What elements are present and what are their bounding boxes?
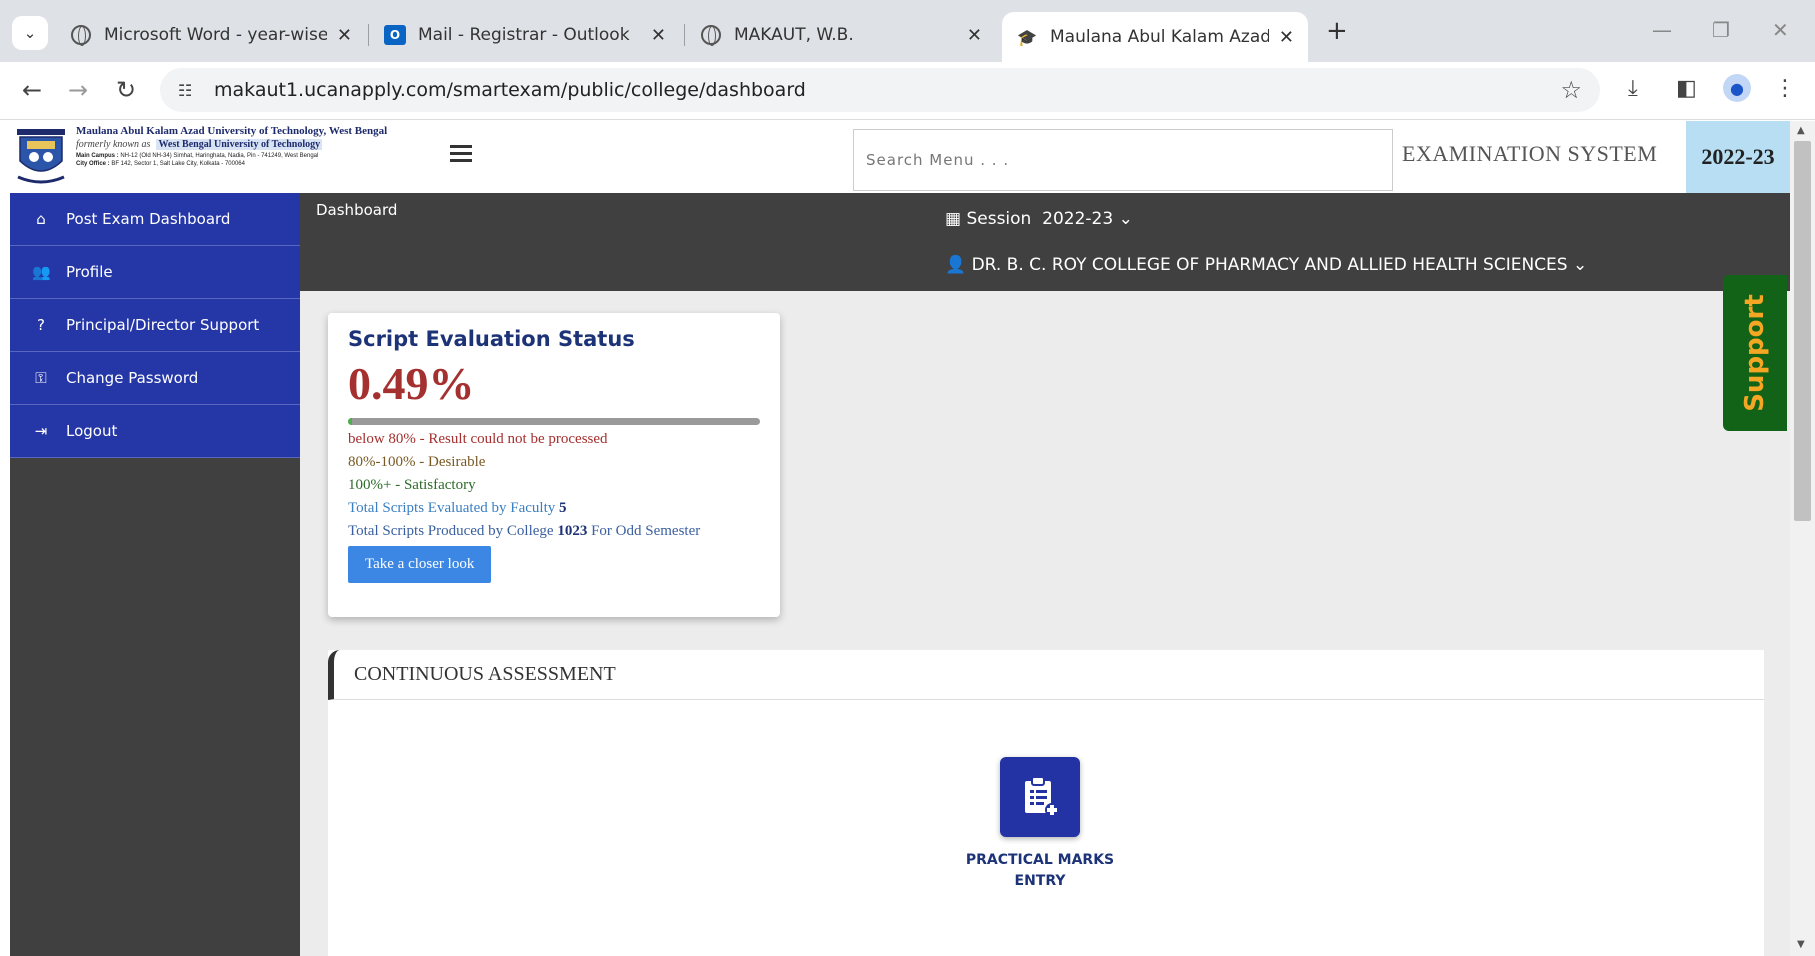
clipboard-icon [1025,776,1059,817]
continuous-assessment-panel: CONTINUOUS ASSESSMENT PRACTICAL MARKS EN… [328,650,1764,956]
close-tab-icon[interactable]: ✕ [337,25,352,46]
chevron-down-icon: ⌄ [23,24,37,42]
globe-icon [70,24,92,46]
outlook-icon: O [384,24,406,46]
site-header: Maulana Abul Kalam Azad University of Te… [10,121,1790,193]
sidebar-item-principal-support[interactable]: ? Principal/Director Support [10,299,300,352]
year-badge: 2022-23 [1686,121,1790,193]
side-panel-icon[interactable]: ◧ [1676,76,1697,101]
breadcrumb: Dashboard [316,201,398,219]
formerly-known-as: formerly known as West Bengal University … [76,139,323,150]
forward-icon[interactable]: → [68,76,88,104]
legend-desirable: 80%-100% - Desirable [348,454,486,470]
legend-satisfactory: 100%+ - Satisfactory [348,477,476,493]
search-menu-input[interactable] [853,129,1393,191]
scroll-down-icon[interactable]: ▼ [1797,939,1805,950]
browser-tab-bar: ⌄ Microsoft Word - year-wise imp ✕ O Mai… [0,0,1815,62]
page-scrollbar[interactable]: ▲ ▼ [1790,121,1815,956]
continuous-assessment-title: CONTINUOUS ASSESSMENT [328,650,1764,700]
close-tab-icon[interactable]: ✕ [651,25,666,46]
close-tab-icon[interactable]: ✕ [1279,27,1294,48]
university-logo [17,129,65,184]
scripts-produced: Total Scripts Produced by College 1023 F… [348,523,701,539]
top-info-strip: Dashboard ▦ Session 2022-23 ⌄ 👤 DR. B. C… [300,193,1790,291]
sidebar-item-change-password[interactable]: ⚿ Change Password [10,352,300,405]
calendar-icon: ▦ [945,209,962,229]
sidebar-item-post-exam-dashboard[interactable]: ⌂ Post Exam Dashboard [10,193,300,246]
practical-marks-entry-tile[interactable] [1000,757,1080,837]
profile-avatar[interactable]: ● [1723,74,1751,102]
graduation-cap-icon: 🎓 [1017,27,1037,47]
legend-below: below 80% - Result could not be processe… [348,431,608,447]
close-tab-icon[interactable]: ✕ [967,25,982,46]
take-closer-look-button[interactable]: Take a closer look [348,546,492,583]
scroll-up-icon[interactable]: ▲ [1797,125,1805,136]
sidebar-item-logout[interactable]: ⇥ Logout [10,405,300,458]
reload-icon[interactable]: ↻ [116,76,136,104]
browser-toolbar: ← → ↻ ☷ makaut1.ucanapply.com/smartexam/… [0,62,1815,120]
main-campus-address: Main Campus : NH-12 (Old NH-34) Simhat, … [76,153,319,159]
back-icon[interactable]: ← [22,76,42,104]
browser-tab-word[interactable]: Microsoft Word - year-wise imp ✕ [56,12,366,58]
session-selector[interactable]: ▦ Session 2022-23 ⌄ [945,209,1133,229]
evaluation-percent: 0.49% [348,358,475,409]
scripts-evaluated: Total Scripts Evaluated by Faculty 5 [348,500,567,516]
tab-search-button[interactable]: ⌄ [12,16,48,50]
key-icon: ⚿ [35,369,47,387]
more-menu-icon[interactable]: ⋮ [1774,76,1796,101]
script-evaluation-card: Script Evaluation Status 0.49% below 80%… [328,313,780,617]
browser-tab-makaut[interactable]: MAKAUT, W.B. ✕ [686,12,996,58]
globe-icon [700,24,722,46]
university-info: Maulana Abul Kalam Azad University of Te… [76,125,446,167]
address-bar[interactable]: ☷ makaut1.ucanapply.com/smartexam/public… [160,68,1600,112]
evaluation-progress-bar [348,418,760,425]
bookmark-star-icon[interactable]: ☆ [1560,76,1582,104]
practical-marks-entry-label[interactable]: PRACTICAL MARKS ENTRY [960,850,1120,892]
user-icon: 👤 [945,255,967,275]
sign-out-icon: ⇥ [34,422,48,440]
scroll-thumb[interactable] [1794,141,1811,521]
system-title: EXAMINATION SYSTEM [1402,141,1658,166]
chevron-down-icon: ⌄ [1118,209,1133,229]
sidebar-item-profile[interactable]: 👥 Profile [10,246,300,299]
sidebar: ⌂ Post Exam Dashboard 👥 Profile ? Princi… [10,193,300,956]
users-icon: 👥 [32,263,51,281]
new-tab-button[interactable]: + [1326,16,1348,46]
card-title: Script Evaluation Status [348,327,635,351]
close-window-icon[interactable]: ✕ [1772,18,1789,42]
progress-fill [348,418,353,425]
minimize-icon[interactable]: — [1652,18,1672,42]
download-icon[interactable]: ⤓ [1628,76,1638,101]
city-office-address: City Office : BF 142, Sector 1, Salt Lak… [76,161,245,167]
browser-tab-outlook[interactable]: O Mail - Registrar - Outlook ✕ [370,12,680,58]
hamburger-menu-icon[interactable] [450,145,472,166]
site-settings-icon[interactable]: ☷ [178,81,198,100]
home-icon: ⌂ [36,210,46,228]
page: Maulana Abul Kalam Azad University of Te… [10,121,1790,956]
question-circle-icon: ? [37,316,45,334]
support-tab[interactable]: Support [1723,275,1787,431]
university-name: Maulana Abul Kalam Azad University of Te… [76,125,388,137]
chevron-down-icon: ⌄ [1573,255,1588,275]
browser-tab-active[interactable]: 🎓 Maulana Abul Kalam Azad Univ ✕ [1002,12,1308,62]
restore-icon[interactable]: ❐ [1712,18,1730,42]
college-selector[interactable]: 👤 DR. B. C. ROY COLLEGE OF PHARMACY AND … [945,255,1587,275]
